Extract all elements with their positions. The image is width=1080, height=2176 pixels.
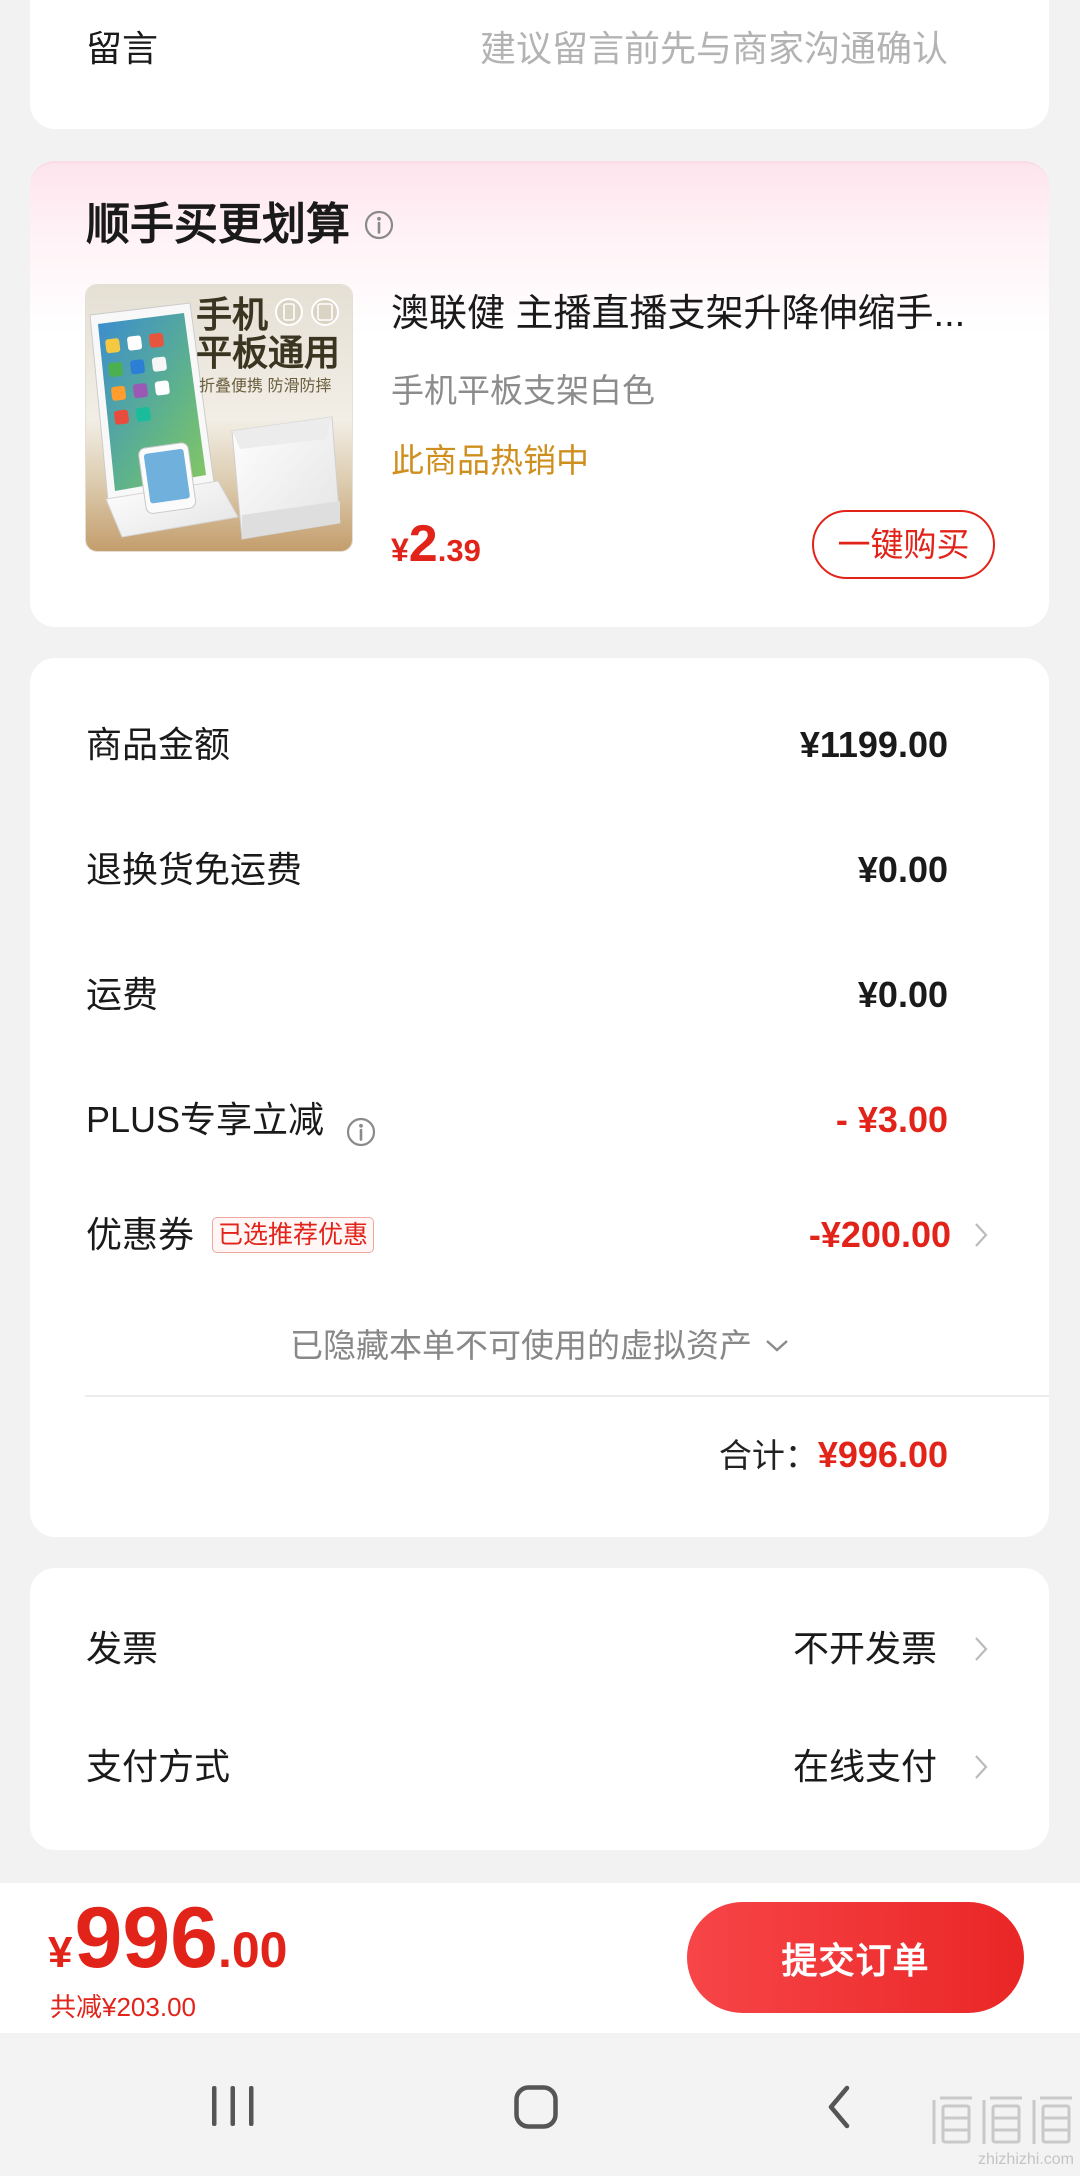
checkout-integer: 996	[74, 1890, 218, 1986]
coupon-label-group: 优惠券 已选推荐优惠	[86, 1205, 375, 1265]
shipping-row: 运费 ¥0.00	[86, 965, 948, 1025]
return-shipping-value: ¥0.00	[857, 849, 948, 890]
remark-card: 留言	[30, 0, 1049, 129]
plus-discount-label: PLUS专享立减	[86, 1099, 325, 1140]
phone-badge-icon	[275, 298, 303, 326]
hidden-assets-text: 已隐藏本单不可使用的虚拟资产	[290, 1327, 752, 1364]
hidden-assets-toggle[interactable]: 已隐藏本单不可使用的虚拟资产	[30, 1322, 1049, 1370]
payment-label: 支付方式	[86, 1746, 231, 1787]
summary-total-value: ¥996.00	[817, 1434, 948, 1475]
price-currency: ¥	[391, 532, 409, 568]
plus-discount-row: PLUS专享立减 - ¥3.00	[86, 1090, 948, 1150]
chevron-right-icon[interactable]	[974, 1754, 988, 1780]
addon-card: 顺手买更划算 手机 平板通用 折叠便携 防滑防摔 澳联健 主播直播支架升降伸缩手…	[30, 161, 1049, 627]
invoice-label: 发票	[86, 1628, 159, 1669]
summary-divider	[85, 1395, 1049, 1397]
summary-total-label: 合计：	[718, 1437, 818, 1474]
summary-total: 合计： ¥996.00	[719, 1430, 948, 1480]
submit-order-button[interactable]: 提交订单	[687, 1902, 1024, 2013]
goods-amount-label: 商品金额	[86, 724, 231, 765]
return-shipping-row: 退换货免运费 ¥0.00	[86, 840, 948, 900]
return-shipping-label: 退换货免运费	[86, 849, 303, 890]
watermark-url: zhizhizhi.com	[977, 2151, 1074, 2168]
payment-value: 在线支付	[792, 1746, 937, 1787]
coupon-label: 优惠券	[86, 1214, 195, 1255]
chevron-down-icon	[765, 1339, 789, 1353]
product-spec: 手机平板支架白色	[391, 372, 655, 409]
product-title[interactable]: 澳联健 主播直播支架升降伸缩手...	[391, 292, 991, 336]
price-summary-card: 商品金额 ¥1199.00 退换货免运费 ¥0.00 运费 ¥0.00 PLUS…	[30, 658, 1049, 1537]
options-card: 发票 不开发票 支付方式 在线支付	[30, 1568, 1049, 1850]
checkout-bar: ¥ 996 .00 共减¥203.00 提交订单	[0, 1883, 1080, 2033]
goods-amount-value: ¥1199.00	[799, 724, 948, 765]
payment-row[interactable]: 支付方式 在线支付	[86, 1737, 937, 1797]
shipping-value: ¥0.00	[857, 974, 948, 1015]
shipping-label: 运费	[86, 974, 159, 1015]
plus-discount-value: - ¥3.00	[835, 1099, 948, 1140]
coupon-value: -¥200.00	[808, 1214, 951, 1255]
product-image-text-3: 折叠便携 防滑防摔	[199, 377, 331, 395]
coupon-row[interactable]: 优惠券 已选推荐优惠 -¥200.00	[86, 1205, 951, 1265]
info-icon[interactable]	[364, 210, 394, 240]
watermark-logo	[928, 2092, 1076, 2148]
hot-sale-label: 此商品热销中	[391, 442, 589, 479]
home-icon[interactable]	[514, 2085, 558, 2129]
product-image-text-1: 手机	[196, 294, 268, 335]
product-image[interactable]: 手机 平板通用 折叠便携 防滑防摔	[85, 284, 353, 552]
product-price: ¥ 2 .39	[391, 518, 481, 570]
addon-header: 顺手买更划算	[86, 200, 394, 250]
plus-discount-label-group: PLUS专享立减	[86, 1090, 376, 1150]
checkout-total-price: ¥ 996 .00	[48, 1895, 288, 1981]
remark-input[interactable]	[408, 25, 948, 73]
product-image-text-2: 平板通用	[196, 332, 340, 373]
chevron-right-icon[interactable]	[974, 1222, 988, 1248]
one-click-buy-button[interactable]: 一键购买	[812, 510, 995, 579]
product-photo: 手机 平板通用 折叠便携 防滑防摔	[86, 285, 352, 551]
coupon-recommended-badge: 已选推荐优惠	[212, 1217, 375, 1253]
goods-amount-row: 商品金额 ¥1199.00	[86, 715, 948, 775]
recent-apps-icon[interactable]	[211, 2085, 255, 2127]
back-icon[interactable]	[827, 2085, 851, 2129]
chevron-right-icon[interactable]	[974, 1636, 988, 1662]
price-decimal: .39	[437, 533, 481, 568]
tablet-badge-icon	[311, 298, 339, 326]
remark-label: 留言	[86, 28, 159, 69]
checkout-currency: ¥	[48, 1928, 73, 1977]
system-nav-bar: zhizhizhi.com	[0, 2033, 1080, 2176]
info-icon[interactable]	[346, 1105, 376, 1147]
invoice-value: 不开发票	[792, 1628, 937, 1669]
total-saved-text[interactable]: 共减¥203.00	[50, 1994, 196, 2020]
addon-title: 顺手买更划算	[86, 200, 350, 249]
price-integer: 2	[408, 515, 438, 573]
invoice-row[interactable]: 发票 不开发票	[86, 1619, 937, 1679]
checkout-decimal: .00	[217, 1922, 288, 1978]
